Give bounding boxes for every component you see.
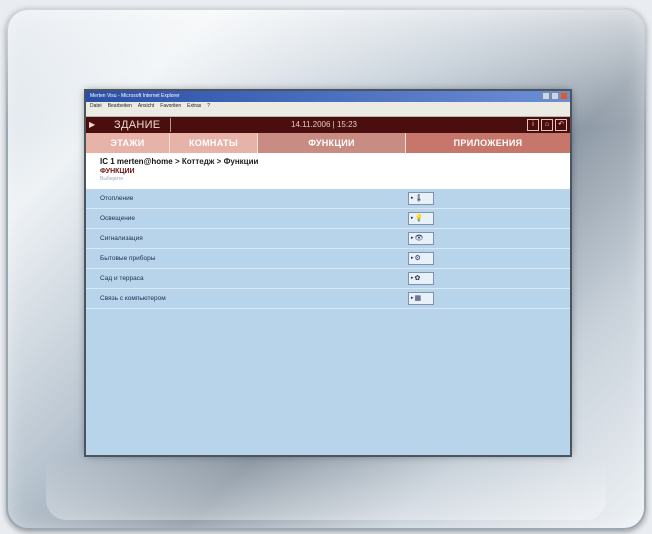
page-title: ФУНКЦИИ (100, 168, 135, 175)
arrow-right-icon: ▸ (411, 275, 414, 281)
appliances-button[interactable]: ▸ ⚙ (408, 252, 434, 265)
eye-icon: 👁 (414, 235, 424, 242)
lighting-button[interactable]: ▸ 💡 (408, 212, 434, 225)
thermometer-icon: 🌡 (414, 195, 424, 202)
date-time: 14.11.2006 | 15:23 (291, 120, 357, 129)
browser-title-bar: Merten Visu - Microsoft Internet Explore… (86, 91, 570, 102)
home-icon[interactable]: ⌂ (541, 119, 553, 131)
arrow-right-icon: ▸ (411, 255, 414, 261)
touch-screen: Merten Visu - Microsoft Internet Explore… (86, 91, 570, 455)
appliance-icon: ⚙ (414, 255, 421, 262)
function-list: Отопление ▸ 🌡 Освещение ▸ 💡 Сигнализация… (86, 189, 570, 309)
menu-view[interactable]: Ansicht (138, 102, 154, 111)
frame-reflection (46, 460, 606, 520)
header-icons: i ⌂ ↶ (527, 119, 567, 131)
garden-icon: ✿ (414, 275, 421, 282)
list-item-appliances[interactable]: Бытовые приборы ▸ ⚙ (86, 249, 570, 269)
list-item-alarm[interactable]: Сигнализация ▸ 👁 (86, 229, 570, 249)
garden-button[interactable]: ▸ ✿ (408, 272, 434, 285)
menu-tools[interactable]: Extras (187, 102, 201, 111)
arrow-right-icon: ▸ (411, 215, 414, 221)
heating-button[interactable]: ▸ 🌡 (408, 192, 434, 205)
back-icon[interactable]: ↶ (555, 119, 567, 131)
building-title: ЗДАНИЕ (114, 119, 161, 131)
close-button[interactable] (560, 92, 568, 100)
arrow-right-icon: ▸ (411, 195, 414, 201)
tab-applications[interactable]: ПРИЛОЖЕНИЯ (406, 133, 570, 153)
back-arrow-icon[interactable]: ▶ (89, 117, 95, 133)
arrow-right-icon: ▸ (411, 295, 414, 301)
list-item-label: Сигнализация (100, 235, 143, 242)
content-header: IC 1 merten@home > Коттедж > Функции ФУН… (86, 153, 570, 189)
list-item-label: Бытовые приборы (100, 255, 156, 262)
maximize-button[interactable] (551, 92, 559, 100)
browser-title: Merten Visu - Microsoft Internet Explore… (90, 93, 180, 99)
computer-button[interactable]: ▸ ▦ (408, 292, 434, 305)
tab-functions[interactable]: ФУНКЦИИ (258, 133, 406, 153)
menu-favorites[interactable]: Favoriten (160, 102, 181, 111)
main-tabs: ЭТАЖИ КОМНАТЫ ФУНКЦИИ ПРИЛОЖЕНИЯ (86, 133, 570, 153)
list-item-lighting[interactable]: Освещение ▸ 💡 (86, 209, 570, 229)
app-header: ▶ ЗДАНИЕ 14.11.2006 | 15:23 i ⌂ ↶ (86, 117, 570, 133)
list-item-label: Отопление (100, 195, 134, 202)
header-divider (170, 118, 171, 132)
breadcrumb: IC 1 merten@home > Коттедж > Функции (86, 157, 570, 167)
list-item-label: Связь с компьютером (100, 295, 166, 302)
page-subtitle: Выберите (100, 176, 124, 182)
light-bulb-icon: 💡 (414, 215, 424, 222)
breadcrumb-root[interactable]: IC 1 merten@home (100, 157, 173, 166)
list-item-label: Освещение (100, 215, 136, 222)
breadcrumb-path[interactable]: > Коттедж > Функции (175, 157, 258, 166)
alarm-button[interactable]: ▸ 👁 (408, 232, 434, 245)
info-icon[interactable]: i (527, 119, 539, 131)
tab-floors[interactable]: ЭТАЖИ (86, 133, 170, 153)
menu-help[interactable]: ? (207, 102, 210, 111)
menu-file[interactable]: Datei (90, 102, 102, 111)
window-controls (542, 92, 568, 100)
browser-menu-bar: Datei Bearbeiten Ansicht Favoriten Extra… (86, 102, 570, 111)
list-item-garden[interactable]: Сад и терраса ▸ ✿ (86, 269, 570, 289)
minimize-button[interactable] (542, 92, 550, 100)
computer-icon: ▦ (414, 295, 422, 302)
arrow-right-icon: ▸ (411, 235, 414, 241)
menu-edit[interactable]: Bearbeiten (108, 102, 132, 111)
tab-rooms[interactable]: КОМНАТЫ (170, 133, 258, 153)
list-item-computer[interactable]: Связь с компьютером ▸ ▦ (86, 289, 570, 309)
list-item-heating[interactable]: Отопление ▸ 🌡 (86, 189, 570, 209)
list-item-label: Сад и терраса (100, 275, 144, 282)
